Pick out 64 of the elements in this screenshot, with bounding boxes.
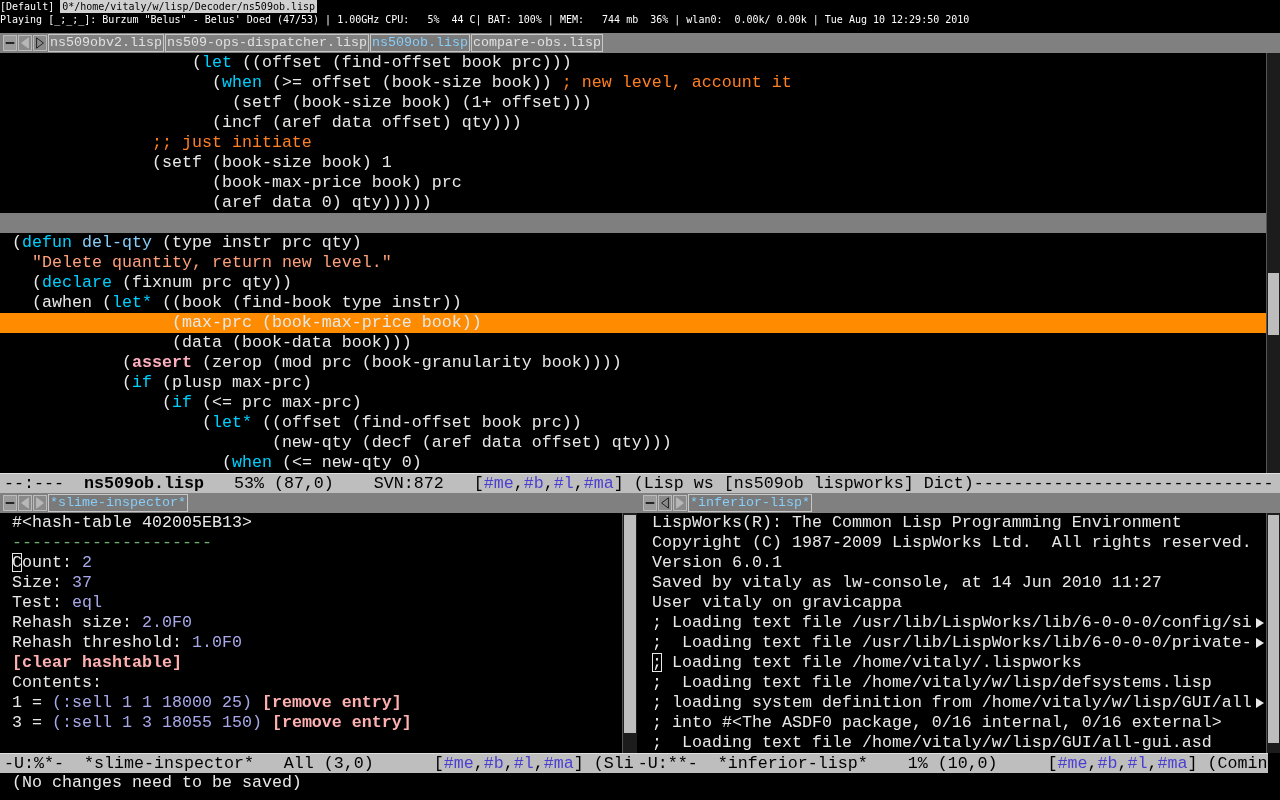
tab[interactable]: *inferior-lisp*	[688, 494, 812, 512]
code-line: ; Loading text file /usr/lib/LispWorks/lib/6-0-0-0/private-	[652, 633, 1252, 653]
code-line: ;; just initiate	[150, 133, 312, 153]
code-line: (defun del-qty (type instr prc qty)	[12, 233, 362, 253]
code-line: (declare (fixnum prc qty))	[31, 273, 292, 293]
code-line: Rehash size: 2.0F0	[12, 613, 192, 633]
scroll-thumb[interactable]	[624, 515, 636, 733]
code-line: Copyright (C) 1987-2009 LispWorks Ltd. All rights reserved.	[652, 533, 1252, 553]
window-title: 0*/home/vitaly/w/lisp/Decoder/ns509ob.lisp	[60, 0, 318, 13]
code-line: (assert (zerop (mod prc (book-granularity book))))	[120, 353, 622, 373]
scrollbar[interactable]	[1266, 53, 1280, 473]
code-line: (if (plusp max-prc)	[120, 373, 312, 393]
echo-area-message: (No changes need to be saved)	[12, 773, 302, 792]
code-line: 1 = (:sell 1 1 18000 25) [remove entry]	[12, 693, 402, 713]
code-line: Rehash threshold: 1.0F0	[12, 633, 242, 653]
tab[interactable]: ns509obv2.lisp	[48, 34, 164, 52]
code-line: Size: 37	[12, 573, 92, 593]
code-line: (setf (book-size book) (1+ offset)))	[230, 93, 592, 113]
tab[interactable]: compare-obs.lisp	[470, 34, 603, 52]
code-line: Contents:	[12, 673, 102, 693]
code-line: LispWorks(R): The Common Lisp Programming Environment	[652, 513, 1182, 533]
workspace-label: [Default]	[0, 0, 55, 13]
code-line: 3 = (:sell 1 3 18055 150) [remove entry]	[12, 713, 412, 733]
code-line: ; Loading text file /home/vitaly/.lispworks	[652, 653, 1082, 673]
close-icon[interactable]	[643, 495, 657, 511]
scroll-thumb[interactable]	[1268, 273, 1279, 335]
tab[interactable]: *slime-inspector*	[48, 494, 188, 512]
scroll-thumb[interactable]	[1268, 515, 1279, 743]
code-line: ; Loading text file /home/vitaly/w/lisp/GUI/all-gui.asd	[652, 733, 1212, 753]
code-line: "Delete quantity, return new level."	[31, 253, 392, 273]
close-icon[interactable]	[3, 495, 17, 511]
tab[interactable]: ns509-ops-dispatcher.lisp	[165, 34, 369, 52]
code-line: (max-prc (book-max-price book))	[170, 313, 482, 333]
code-line: [clear hashtable]	[12, 653, 182, 673]
right-arrow-icon[interactable]	[33, 35, 47, 51]
tab[interactable]: ns509ob.lisp	[369, 34, 470, 52]
code-line: (new-qty (decf (aref data offset) qty)))	[270, 433, 672, 453]
code-line: Count: 2	[12, 553, 92, 573]
code-line: (if (<= prc max-prc)	[160, 393, 362, 413]
code-line: (incf (aref data offset) qty)))	[210, 113, 522, 133]
code-line: (aref data 0) qty)))))	[210, 193, 432, 213]
code-line: (let ((offset (find-offset book prc)))	[190, 53, 572, 73]
code-line: User vitaly on gravicappa	[652, 593, 902, 613]
code-line: Saved by vitaly as lw-console, at 14 Jun 2010 11:27	[652, 573, 1162, 593]
code-line: Version 6.0.1	[652, 553, 782, 573]
code-line: ; into #<The ASDF0 package, 0/16 internal, 0/16 external>	[652, 713, 1222, 733]
code-line: (let* ((offset (find-offset book prc))	[200, 413, 582, 433]
code-line: ; Loading text file /usr/lib/LispWorks/lib/6-0-0-0/config/si	[652, 613, 1252, 633]
status-text: Playing [_;_;_]: Burzum "Belus" - Belus' Doed (47/53) | 1.00GHz CPU: 5% 44 C| BAT: 100% | MEM: 744 mb 36% | wlan0: 0.00k/ 0.00k | Tue Aug 10 12:29:50 2010	[0, 13, 970, 26]
code-line: ; Loading text file /home/vitaly/w/lisp/defsystems.lisp	[652, 673, 1212, 693]
code-line: (awhen (let* ((book (find-book type instr))	[31, 293, 462, 313]
code-line: (setf (book-size book) 1	[150, 153, 392, 173]
code-line: ; loading system definition from /home/vitaly/w/lisp/GUI/all	[652, 693, 1252, 713]
code-line: Test: eql	[12, 593, 102, 613]
close-icon[interactable]	[3, 35, 17, 51]
scrollbar[interactable]	[1266, 513, 1280, 753]
left-arrow-icon[interactable]	[658, 495, 672, 511]
code-line: (when (<= new-qty 0)	[220, 453, 422, 473]
code-line: (when (>= offset (book-size book)) ; new level, account it	[210, 73, 792, 93]
code-line: (data (book-data book)))	[170, 333, 412, 353]
code-line: (book-max-price book) prc	[210, 173, 462, 193]
scrollbar[interactable]	[622, 513, 637, 753]
code-line: #<hash-table 402005EB13>	[12, 513, 252, 533]
code-line: --------------------	[12, 533, 212, 553]
